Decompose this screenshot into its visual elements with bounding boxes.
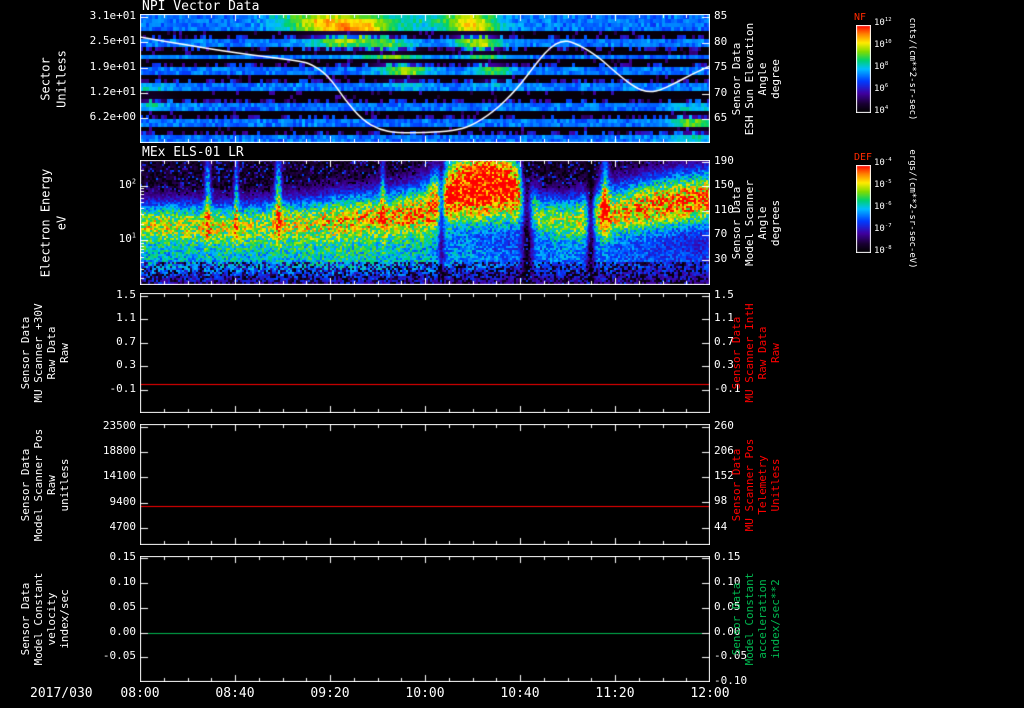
panel-npi-ylabel-line: Sector: [38, 56, 53, 101]
panel-npi-ytick-label: 6.2e+00: [89, 109, 136, 123]
panel-modelconst-right-label-line: acceleration: [755, 579, 769, 659]
panel-els-right-label-line: Angle: [755, 205, 769, 240]
panel-mu30v-ytick-label: 0.3: [116, 358, 136, 372]
panel-els-right-tick-label: 30: [714, 251, 728, 265]
panel-npi-ylabel-line: Unitless: [54, 49, 69, 108]
panel-npi-right-tick-label: 80: [714, 34, 728, 48]
panel-scanpos-ylabel-line: Model Scanner Pos: [31, 428, 45, 541]
panel-mu30v-ytick-label: 0.7: [116, 334, 136, 348]
panel-scanpos-right-label-line: Unitless: [768, 458, 782, 511]
x-tick-label: 10:00: [405, 686, 445, 701]
panel-npi-right-label-line: ESH Sun Elevation: [742, 22, 756, 135]
panel-modelconst-ytick-label: 0.10: [109, 575, 137, 589]
panel-scanpos-right-label-line: MU Scanner Pos: [742, 438, 756, 531]
panel-modelconst-ytick-label: 0.00: [109, 624, 137, 638]
panel-mu30v-ytick-label: 1.5: [116, 287, 136, 301]
colorbar-nf-tick-label: 108: [874, 61, 889, 72]
panel-mu30v-right-label-line: Sensor Data: [729, 316, 743, 390]
colorbar-def-tick-label: 10-8: [874, 245, 892, 256]
x-tick-label: 09:20: [310, 686, 350, 701]
panel-modelconst-ytick-label: 0.15: [109, 550, 137, 564]
panel-scanpos-right-tick-label: 260: [714, 418, 734, 432]
panel-scanpos-ytick-label: 23500: [102, 418, 136, 432]
colorbar-def-tick-label: 10-5: [874, 179, 892, 190]
panel-mu30v-ylabel-line: Raw Data: [44, 326, 58, 380]
panel-modelconst-right-label-line: index/sec**2: [768, 579, 782, 659]
panel-npi-right-tick-label: 85: [714, 9, 728, 23]
panel-modelconst-ylabel-line: Model Constant: [31, 572, 45, 666]
panel-scanpos-right-tick-label: 44: [714, 519, 728, 533]
panel-scanpos-ytick-label: 18800: [102, 443, 136, 457]
panel-modelconst-right-tick-label: 0.15: [714, 550, 741, 564]
panel-npi-right-tick-label: 75: [714, 60, 728, 74]
panel-npi-right-label-line: Angle: [755, 61, 769, 96]
panel-npi-plot: [140, 14, 710, 143]
panel-npi-ytick-label: 2.5e+01: [89, 34, 136, 48]
panel-els-plot: [140, 160, 710, 285]
panel-npi-right-label-line: degree: [768, 58, 782, 99]
colorbar-def-tick-label: 10-4: [874, 157, 892, 168]
panel-npi-right-label-line: Sensor Data: [729, 42, 743, 115]
panel-modelconst-ytick-label: -0.05: [102, 649, 136, 663]
panel-npi-right-tick-label: 65: [714, 111, 728, 125]
colorbar-nf-tick-label: 1012: [874, 17, 892, 28]
panel-scanpos-ytick-label: 4700: [109, 519, 137, 533]
panel-els-right-tick-label: 190: [714, 153, 734, 167]
panel-mu30v-right-label-line: MU Scanner IntH: [742, 303, 756, 403]
panel-modelconst-ylabel-line: Sensor Data: [18, 582, 32, 656]
panel-mu30v-right-label-line: Raw Data: [755, 326, 769, 380]
panel-scanpos-ytick-label: 14100: [102, 469, 136, 483]
panel-els-ylabel-line: Electron Energy: [38, 168, 53, 277]
figure: NPI Vector Data Sector Unitless 3.1e+01 2.5e…: [0, 0, 1024, 708]
panel-scanpos-ytick-label: 9400: [109, 494, 137, 508]
panel-els-right-label-line: degrees: [768, 199, 782, 246]
panel-mu30v-ytick-label: 1.1: [116, 311, 136, 325]
colorbar-def-gradient: [856, 165, 871, 253]
colorbar-def-tick-label: 10-6: [874, 201, 892, 212]
panel-els-right-label-line: Model Scanner: [742, 179, 756, 266]
panel-els-title: MEx ELS-01 LR: [142, 145, 244, 160]
panel-scanpos-right-label-line: Sensor Data: [729, 448, 743, 521]
panel-els-right-tick-label: 70: [714, 227, 728, 241]
colorbar-def-tick-label: 10-7: [874, 223, 892, 234]
panel-npi-ytick-label: 1.9e+01: [89, 59, 136, 73]
colorbar-nf-tick-label: 106: [874, 83, 889, 94]
panel-modelconst-ytick-label: 0.05: [109, 599, 137, 613]
panel-npi-title: NPI Vector Data: [142, 0, 260, 14]
x-tick-label: 08:40: [215, 686, 255, 701]
x-tick-label: 08:00: [120, 686, 160, 701]
panel-npi-right-tick-label: 70: [714, 85, 728, 99]
panel-npi-ytick-label: 1.2e+01: [89, 84, 136, 98]
panel-scanpos-right-label-line: Telemetry: [755, 454, 769, 515]
x-tick-label: 10:40: [500, 686, 540, 701]
x-axis-date-label: 2017/030: [30, 686, 93, 701]
x-tick-label: 11:20: [595, 686, 635, 701]
colorbar-nf-title: NF: [854, 12, 867, 23]
panel-scanpos-ylabel-line: Sensor Data: [18, 448, 32, 521]
panel-els-ytick-label: 102: [118, 177, 136, 191]
panel-mu30v-ytick-label: -0.1: [109, 381, 137, 395]
panel-modelconst-right-label-line: Sensor Data: [729, 582, 743, 656]
panel-mu30v-right-tick-label: 1.5: [714, 287, 734, 301]
panel-mu30v-right-label-line: Raw: [768, 343, 782, 363]
panel-els-right-label-line: Sensor Data: [729, 186, 743, 259]
panel-mu30v-plot: [140, 293, 710, 413]
panel-mu30v-ylabel-line: MU Scanner +30V: [31, 303, 45, 403]
colorbar-nf-tick-label: 104: [874, 105, 889, 116]
panel-els-ylabel-line: eV: [54, 215, 69, 230]
colorbar-def-title: DEF: [854, 152, 873, 163]
colorbar-nf-gradient: [856, 25, 871, 113]
colorbar-def-units-label: ergs/(cm**2-sr-sec-eV): [906, 149, 917, 269]
panel-mu30v-ylabel-line: Sensor Data: [18, 316, 32, 390]
x-tick-label: 12:00: [690, 686, 730, 701]
panel-els-ytick-label: 101: [118, 231, 136, 246]
panel-modelconst-ylabel-line: index/sec: [57, 589, 71, 649]
panel-scanpos-plot: [140, 424, 710, 545]
panel-scanpos-right-tick-label: 98: [714, 494, 728, 508]
panel-npi-ytick-label: 3.1e+01: [89, 9, 136, 23]
panel-modelconst-plot: [140, 556, 710, 682]
colorbar-nf-tick-label: 1010: [874, 39, 892, 50]
panel-modelconst-right-label-line: Model Constant: [742, 572, 756, 666]
colorbar-nf-units-label: cnts/(cm**2-sr-sec): [906, 17, 917, 121]
